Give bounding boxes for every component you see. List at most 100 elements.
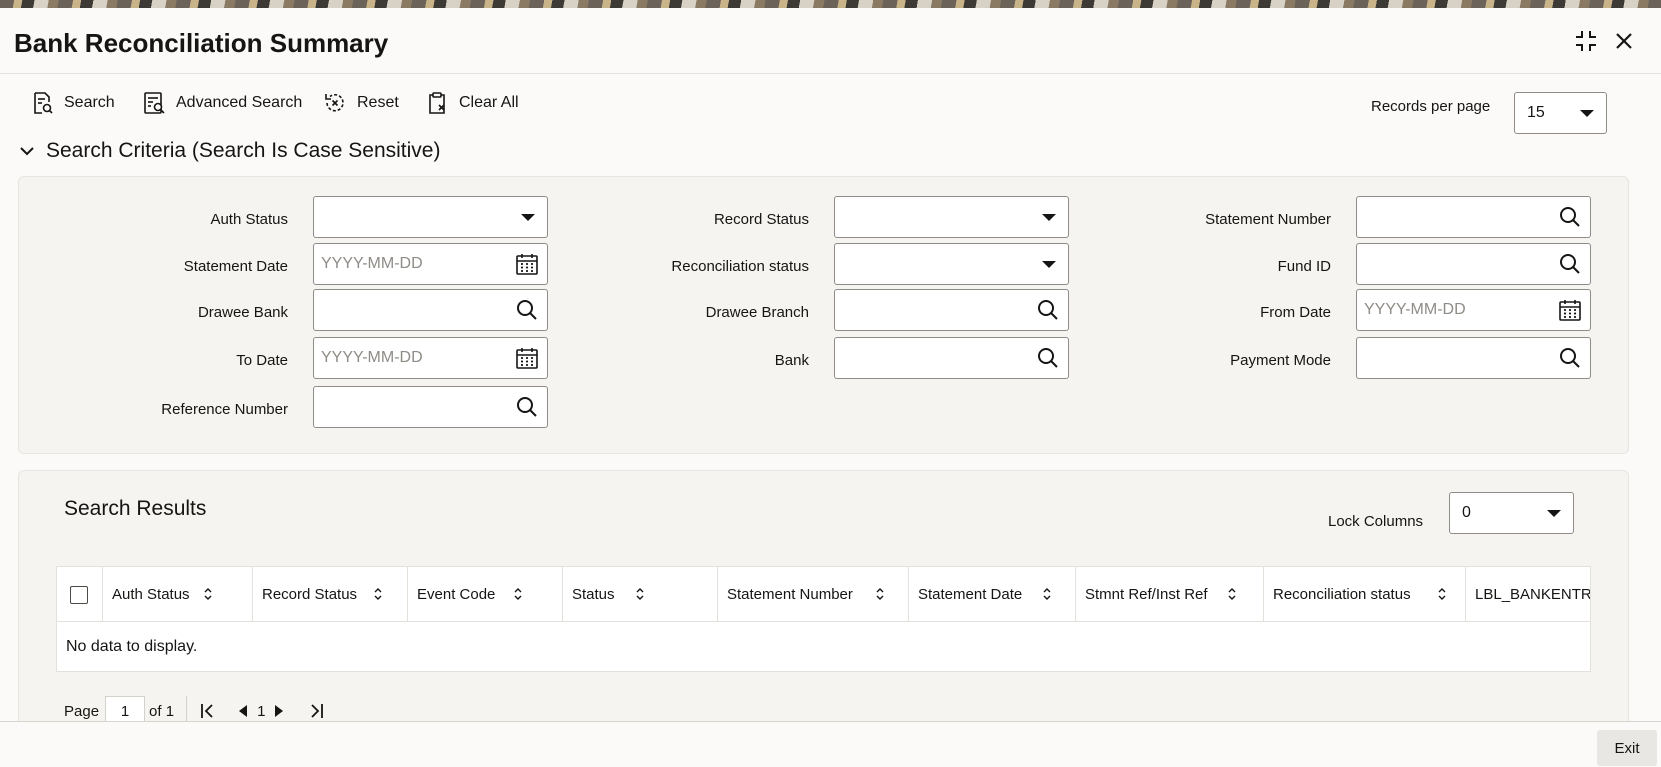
auth-status-label: Auth Status xyxy=(210,211,288,228)
search-icon[interactable] xyxy=(1558,346,1582,370)
calendar-icon[interactable] xyxy=(515,346,539,370)
column-header-label: Statement Number xyxy=(727,586,853,603)
search-icon[interactable] xyxy=(515,298,539,322)
search-icon[interactable] xyxy=(1558,252,1582,276)
search-icon[interactable] xyxy=(1558,205,1582,229)
page-title: Bank Reconciliation Summary xyxy=(14,28,389,58)
results-table: Auth Status Record Status Event Code Sta… xyxy=(56,566,1591,672)
page-input-value: 1 xyxy=(120,702,130,720)
search-button-label: Search xyxy=(64,94,115,111)
column-header[interactable]: Record Status xyxy=(253,567,408,622)
statement-date-field[interactable]: YYYY-MM-DD xyxy=(313,243,548,285)
advanced-search-button[interactable]: Advanced Search xyxy=(142,88,302,118)
first-page-icon[interactable] xyxy=(199,702,217,720)
from-date-field[interactable]: YYYY-MM-DD xyxy=(1356,289,1591,331)
column-header[interactable]: Auth Status xyxy=(103,567,253,622)
bank-field[interactable] xyxy=(834,337,1069,379)
footer-bar: Exit xyxy=(0,721,1661,767)
reference-number-field[interactable] xyxy=(313,386,548,428)
summary-window: Bank Reconciliation Summary Search Advan… xyxy=(0,8,1661,767)
table-header: Auth Status Record Status Event Code Sta… xyxy=(57,567,1590,622)
chevron-down-icon xyxy=(1042,214,1056,221)
payment-mode-label: Payment Mode xyxy=(1230,352,1331,369)
reset-button[interactable]: Reset xyxy=(323,88,399,118)
reconciliation-status-select[interactable] xyxy=(834,243,1069,285)
column-header[interactable]: Event Code xyxy=(408,567,563,622)
search-criteria-panel: Auth Status Statement Date YYYY-MM-DD Dr… xyxy=(18,176,1629,454)
close-icon[interactable] xyxy=(1609,26,1639,56)
drawee-bank-field[interactable] xyxy=(313,289,548,331)
title-bar: Bank Reconciliation Summary xyxy=(0,8,1661,74)
advanced-search-icon xyxy=(144,92,165,114)
calendar-icon[interactable] xyxy=(515,252,539,276)
toolbar: Search Advanced Search Reset Clear All R… xyxy=(0,78,1661,134)
background-banner xyxy=(0,0,1661,8)
current-page-number[interactable]: 1 xyxy=(257,703,265,720)
maximize-icon[interactable] xyxy=(1571,26,1601,56)
statement-number-label: Statement Number xyxy=(1205,211,1331,228)
previous-page-icon[interactable] xyxy=(237,704,249,718)
sort-icon[interactable] xyxy=(635,587,645,601)
clear-all-button[interactable]: Clear All xyxy=(425,88,519,118)
drawee-bank-label: Drawee Bank xyxy=(197,304,288,321)
record-status-label: Record Status xyxy=(713,211,809,228)
reference-number-label: Reference Number xyxy=(161,401,288,418)
search-criteria-toggle[interactable]: Search Criteria (Search Is Case Sensitiv… xyxy=(18,139,440,163)
search-criteria-header: Search Criteria (Search Is Case Sensitiv… xyxy=(46,139,441,162)
sort-icon[interactable] xyxy=(373,587,383,601)
column-header[interactable]: Stmnt Ref/Inst Ref xyxy=(1076,567,1264,622)
payment-mode-field[interactable] xyxy=(1356,337,1591,379)
records-per-page-select[interactable]: 15 xyxy=(1514,92,1607,134)
column-header[interactable]: Status xyxy=(563,567,718,622)
column-header-label: Reconciliation status xyxy=(1273,586,1411,603)
sort-icon[interactable] xyxy=(1042,587,1052,601)
record-status-select[interactable] xyxy=(834,196,1069,238)
lock-columns-select[interactable]: 0 xyxy=(1449,492,1574,534)
last-page-icon[interactable] xyxy=(307,702,325,720)
to-date-label: To Date xyxy=(236,352,288,369)
column-header[interactable]: Statement Date xyxy=(909,567,1076,622)
fund-id-label: Fund ID xyxy=(1277,258,1331,275)
column-header-label: LBL_BANKENTR xyxy=(1475,586,1591,603)
search-button[interactable]: Search xyxy=(30,88,115,118)
column-header-label: Status xyxy=(572,586,615,603)
sort-icon[interactable] xyxy=(875,587,885,601)
records-per-page-value: 15 xyxy=(1527,104,1545,121)
bank-label: Bank xyxy=(774,352,809,369)
drawee-branch-field[interactable] xyxy=(834,289,1069,331)
chevron-down-icon xyxy=(1042,261,1056,268)
statement-date-placeholder: YYYY-MM-DD xyxy=(321,255,423,272)
fund-id-field[interactable] xyxy=(1356,243,1591,285)
to-date-field[interactable]: YYYY-MM-DD xyxy=(313,337,548,379)
page-count: of 1 xyxy=(149,702,175,720)
sort-icon[interactable] xyxy=(203,587,213,601)
search-icon[interactable] xyxy=(1036,298,1060,322)
column-header-label: Statement Date xyxy=(918,586,1023,603)
search-icon[interactable] xyxy=(515,395,539,419)
exit-button[interactable]: Exit xyxy=(1597,730,1657,766)
chevron-down-icon xyxy=(521,214,535,221)
column-header[interactable]: Statement Number xyxy=(718,567,909,622)
chevron-down-icon xyxy=(1580,110,1594,117)
column-header[interactable]: LBL_BANKENTR xyxy=(1466,567,1591,622)
records-per-page-label: Records per page xyxy=(1371,98,1491,115)
advanced-search-button-label: Advanced Search xyxy=(176,94,303,111)
reset-icon xyxy=(325,93,344,112)
column-header[interactable]: Reconciliation status xyxy=(1264,567,1466,622)
column-header-label: Auth Status xyxy=(112,586,190,603)
next-page-icon[interactable] xyxy=(273,704,285,718)
sort-icon[interactable] xyxy=(513,587,523,601)
empty-message: No data to display. xyxy=(66,637,198,655)
search-icon[interactable] xyxy=(1036,346,1060,370)
lock-columns-value: 0 xyxy=(1462,504,1471,521)
chevron-down-icon xyxy=(20,147,34,156)
calendar-icon[interactable] xyxy=(1558,298,1582,322)
reset-button-label: Reset xyxy=(357,94,399,111)
statement-number-field[interactable] xyxy=(1356,196,1591,238)
auth-status-select[interactable] xyxy=(313,196,548,238)
sort-icon[interactable] xyxy=(1437,587,1447,601)
sort-icon[interactable] xyxy=(1227,587,1237,601)
drawee-branch-label: Drawee Branch xyxy=(705,304,809,321)
select-all-checkbox[interactable] xyxy=(70,585,88,604)
lock-columns-label: Lock Columns xyxy=(1328,513,1424,530)
